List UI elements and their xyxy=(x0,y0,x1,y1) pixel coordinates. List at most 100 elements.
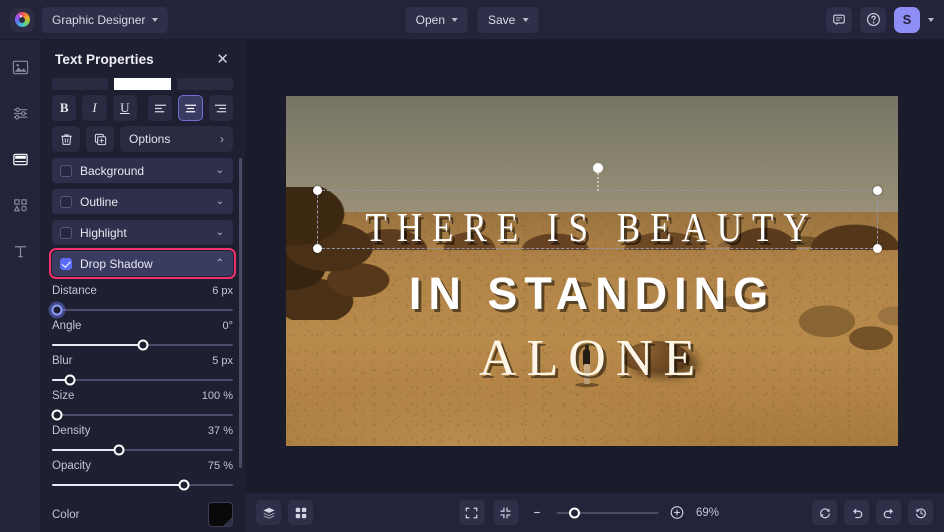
slider-opacity: Opacity 75 % xyxy=(52,460,233,491)
bold-button[interactable]: B xyxy=(52,95,77,121)
slider-value: 100 % xyxy=(201,390,233,402)
text-properties-panel: Text Properties ✕ B I U Options › Backgr… xyxy=(40,40,245,532)
slider-knob[interactable] xyxy=(51,304,63,316)
sidebar-item-text[interactable] xyxy=(7,238,33,264)
sidebar-item-template[interactable] xyxy=(7,146,33,172)
reset-button[interactable] xyxy=(812,500,837,525)
sidebar-item-adjust[interactable] xyxy=(7,100,33,126)
section-label: Drop Shadow xyxy=(80,256,153,271)
top-bar-left: Graphic Designer xyxy=(0,6,169,33)
slider-track[interactable] xyxy=(52,339,233,351)
slider-header: Opacity 75 % xyxy=(52,460,233,472)
slider-angle: Angle 0° xyxy=(52,320,233,351)
zoom-slider[interactable] xyxy=(556,507,658,518)
color-label: Color xyxy=(52,508,80,521)
zoom-in-button[interactable] xyxy=(667,503,687,523)
section-row-highlight[interactable]: Highlight ⌄ xyxy=(52,220,233,245)
slider-density: Density 37 % xyxy=(52,425,233,456)
bottom-bar-right xyxy=(812,500,933,525)
app-root: Graphic Designer Open Save S Text Proper… xyxy=(0,0,944,532)
background-checkbox[interactable] xyxy=(60,164,72,177)
slider-track[interactable] xyxy=(52,444,233,456)
section-row-drop-shadow[interactable]: Drop Shadow ⌃ xyxy=(49,248,236,279)
slider-knob[interactable] xyxy=(113,444,125,456)
slider-value: 75 % xyxy=(207,460,233,472)
swatch-cell[interactable] xyxy=(52,78,109,90)
slider-track[interactable] xyxy=(51,304,233,316)
app-logo[interactable] xyxy=(10,7,34,32)
delete-button[interactable] xyxy=(52,126,80,152)
shrink-to-fit-icon xyxy=(500,506,511,519)
slider-header: Blur 5 px xyxy=(52,355,233,367)
duplicate-button[interactable] xyxy=(86,126,114,152)
slider-value: 0° xyxy=(222,320,233,332)
slider-track[interactable] xyxy=(52,374,233,386)
chevron-down-icon xyxy=(452,17,458,22)
zoom-in-icon xyxy=(670,506,684,519)
slider-knob[interactable] xyxy=(51,409,63,421)
slider-header: Size 100 % xyxy=(52,390,233,402)
outline-checkbox[interactable] xyxy=(60,195,72,208)
save-button[interactable]: Save xyxy=(478,6,539,33)
comment-button[interactable] xyxy=(826,6,852,33)
panel-scrollbar[interactable] xyxy=(239,158,242,468)
bottom-bar: 69% xyxy=(245,492,944,532)
close-icon[interactable]: ✕ xyxy=(213,50,232,69)
slider-size: Size 100 % xyxy=(51,390,233,421)
account-chevron-down-icon[interactable] xyxy=(928,17,934,22)
shapes-icon xyxy=(13,198,27,211)
text-color-swatch-row[interactable] xyxy=(52,78,233,90)
grid-button[interactable] xyxy=(288,500,313,525)
history-icon xyxy=(915,507,926,518)
highlight-checkbox[interactable] xyxy=(60,226,72,239)
align-center-button[interactable] xyxy=(178,95,203,121)
text-layer-line-3[interactable]: ALONE xyxy=(286,329,898,388)
slider-fill xyxy=(52,484,185,486)
help-button[interactable] xyxy=(860,6,886,33)
bold-label: B xyxy=(59,100,69,115)
zoom-slider-knob[interactable] xyxy=(568,507,580,518)
user-avatar[interactable]: S xyxy=(894,6,920,33)
chevron-down-icon: ⌄ xyxy=(215,164,224,176)
bottom-bar-center: 69% xyxy=(459,500,730,525)
sidebar-item-shapes[interactable] xyxy=(7,192,33,218)
shrink-to-fit-button[interactable] xyxy=(493,500,518,525)
artboard[interactable]: THERE IS BEAUTY IN STANDING ALONE xyxy=(286,96,898,446)
slider-value: 37 % xyxy=(207,425,233,437)
action-button-row: Options › xyxy=(52,126,233,152)
align-right-button[interactable] xyxy=(208,95,233,121)
zoom-out-icon xyxy=(534,511,540,514)
align-left-button[interactable] xyxy=(147,95,173,121)
slider-label: Opacity xyxy=(52,460,91,472)
drop-shadow-checkbox[interactable] xyxy=(60,257,72,270)
slider-knob[interactable] xyxy=(64,374,76,386)
redo-button[interactable] xyxy=(876,500,901,525)
underline-button[interactable]: U xyxy=(112,95,137,121)
zoom-out-button[interactable] xyxy=(527,503,547,523)
slider-knob[interactable] xyxy=(137,339,148,351)
swatch-cell[interactable] xyxy=(176,78,233,90)
text-icon xyxy=(14,245,26,257)
section-row-outline[interactable]: Outline ⌄ xyxy=(52,189,233,214)
undo-button[interactable] xyxy=(844,500,869,525)
sidebar-item-image[interactable] xyxy=(7,54,33,80)
slider-value: 5 px xyxy=(212,355,233,367)
italic-button[interactable]: I xyxy=(82,95,107,121)
top-bar-right: S xyxy=(826,6,934,33)
section-row-background[interactable]: Background ⌄ xyxy=(52,158,233,183)
text-layer-line-1[interactable]: THERE IS BEAUTY xyxy=(286,204,898,251)
avatar-initial: S xyxy=(902,12,912,27)
fit-to-screen-button[interactable] xyxy=(459,500,484,525)
open-button[interactable]: Open xyxy=(405,6,468,33)
history-button[interactable] xyxy=(908,500,933,525)
shadow-color-swatch[interactable] xyxy=(208,502,233,527)
project-menu-button[interactable]: Graphic Designer xyxy=(42,6,169,33)
slider-track[interactable] xyxy=(52,479,233,491)
layers-button[interactable] xyxy=(256,500,281,525)
text-layer-line-2[interactable]: IN STANDING xyxy=(286,268,898,320)
options-button[interactable]: Options › xyxy=(120,126,233,152)
text-color-swatch[interactable] xyxy=(114,78,171,90)
slider-knob[interactable] xyxy=(178,479,190,491)
slider-track[interactable] xyxy=(51,409,233,421)
canvas-area[interactable]: THERE IS BEAUTY IN STANDING ALONE xyxy=(245,40,944,492)
